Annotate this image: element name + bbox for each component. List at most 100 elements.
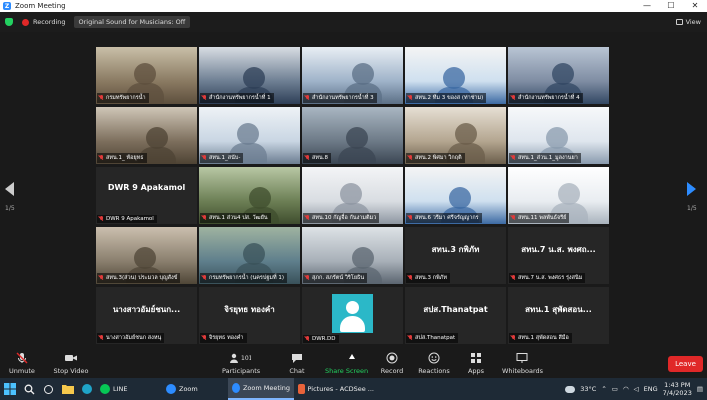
microphone-muted-icon [202, 215, 207, 221]
microphone-muted-icon [305, 275, 310, 281]
taskbar-app-line[interactable]: LINE [96, 378, 162, 400]
volume-icon[interactable]: ◁ [634, 385, 639, 393]
participant-tile[interactable]: สทน.1_สนับ- [199, 107, 300, 164]
language-indicator[interactable]: ENG [644, 385, 658, 393]
page-indicator-left: 1/5 [5, 205, 15, 212]
participant-name-tag: DWR.DD [303, 335, 339, 343]
network-icon[interactable]: ◠ [623, 385, 629, 393]
participant-tile[interactable]: สทน.3 กพิภัท สทน.3 กพิภัท [405, 227, 506, 284]
participant-tile[interactable]: กรมทรัพยากรน้ำ (นครปฐมที่ 1) [199, 227, 300, 284]
participant-tile[interactable]: กรมทรัพยากรน้ำ [96, 47, 197, 104]
participant-name-tag: นางสาวอัมย์ชนก สงหนุ [97, 333, 165, 343]
share-screen-button[interactable]: Share Screen [325, 352, 368, 375]
participant-name-tag: สทน.3 กพิภัท [406, 273, 450, 283]
participant-name-tag: กรมทรัพยากรน้ำ (นครปฐมที่ 1) [200, 273, 288, 283]
task-view-button[interactable] [39, 378, 58, 400]
participant-name: กรมทรัพยากรน้ำ (นครปฐมที่ 1) [209, 275, 285, 281]
taskbar-app-pictures[interactable]: Pictures - ACDSee ... [294, 378, 378, 400]
participant-tile[interactable]: สทน.7 น.ส. พงศถ... สทน.7 น.ส. พงศธร รุ่งส… [508, 227, 609, 284]
microphone-muted-icon [408, 275, 413, 281]
weather-icon[interactable] [565, 385, 576, 393]
next-page-button[interactable]: 1/5 [687, 182, 697, 212]
previous-page-button[interactable]: 1/5 [5, 182, 15, 212]
windows-logo-icon [4, 383, 16, 395]
participant-name-tag: กรมทรัพยากรน้ำ [97, 93, 149, 103]
participant-tile[interactable]: สทน.3(ส่วน) ประมวล บุญสังข์ [96, 227, 197, 284]
search-button[interactable] [20, 378, 39, 400]
shield-icon[interactable] [5, 18, 13, 26]
recording-dot-icon [22, 18, 29, 26]
participant-tile[interactable]: สำนักงานทรัพยากรน้ำที่ 4 [508, 47, 609, 104]
minimize-button[interactable]: — [635, 0, 659, 12]
participant-tile[interactable]: สำนักงานทรัพยากรน้ำที่ 1 [199, 47, 300, 104]
record-button[interactable]: Record [380, 352, 404, 375]
participant-tile[interactable]: สทน.10 กัญจื่อ กันงามติมว [302, 167, 403, 224]
original-sound-toggle[interactable]: Original Sound for Musicians: Off [73, 16, 191, 28]
reactions-button[interactable]: Reactions [418, 352, 450, 375]
participant-name: สทน.2 พิศมา วิกฤติ [415, 155, 462, 161]
participant-tile[interactable]: สปส.Thanatpat สปส.Thanatpat [405, 287, 506, 344]
participant-tile[interactable]: สทน.8 [302, 107, 403, 164]
microphone-muted-icon [99, 275, 104, 281]
participant-tile[interactable]: DWR 9 Apakamol DWR 9 Apakamol [96, 167, 197, 224]
microphone-muted-icon [99, 216, 104, 222]
file-explorer-button[interactable] [58, 378, 78, 400]
participants-button[interactable]: 101 Participants [222, 352, 260, 375]
participant-name-tag: สทน.2 ทีม 3 ของส (ท่าช่าม) [406, 93, 487, 103]
maximize-button[interactable]: ☐ [659, 0, 683, 12]
taskbar-app-label: Zoom [179, 385, 198, 393]
participant-name: สปส.Thanatpat [415, 335, 456, 341]
participant-display-name: นางสาวอัมย์ชนก... [112, 305, 181, 314]
participant-name: นางสาวอัมย์ชนก สงหนุ [106, 335, 162, 341]
unmute-label: Unmute [9, 367, 35, 375]
unmute-button[interactable]: Unmute [8, 352, 36, 375]
recording-label[interactable]: Recording [33, 18, 66, 26]
participant-name: สทน.1_ส่วน.1_มูลงานยา [518, 155, 578, 161]
title-bar: Z Zoom Meeting — ☐ ✕ [0, 0, 707, 12]
participant-name-tag: สทน.6 วรีมา ศรีจรัญญากร [406, 213, 482, 223]
chat-button[interactable]: Chat [287, 352, 307, 375]
chevron-up-icon[interactable]: ⌃ [601, 385, 606, 393]
participant-name: สทน.2 ทีม 3 ของส (ท่าช่าม) [415, 95, 484, 101]
participant-tile[interactable]: จิรยุทธ ทองคำ จิรยุทธ ทองคำ [199, 287, 300, 344]
whiteboards-button[interactable]: Whiteboards [502, 352, 543, 375]
participant-tile[interactable]: สำนักงานทรัพยากรน้ำที่ 3 [302, 47, 403, 104]
participant-tile[interactable]: สทน.2 ทีม 3 ของส (ท่าช่าม) [405, 47, 506, 104]
participant-tile[interactable]: สทน.1_ ท้อยุทธ [96, 107, 197, 164]
participant-tile[interactable]: สทน.1 สุพัดสอน... สทน.1 สุพัดสอน สีมือ [508, 287, 609, 344]
reactions-label: Reactions [418, 367, 450, 375]
taskbar-app-zoom[interactable]: Zoom [162, 378, 228, 400]
taskbar-app-zoom[interactable]: Zoom Meeting [228, 378, 294, 400]
apps-button[interactable]: Apps [466, 352, 486, 375]
clock[interactable]: 1:43 PM 7/4/2023 [663, 381, 692, 397]
participant-tile[interactable]: สทน.11 พลพันธ์จรีย์ [508, 167, 609, 224]
microphone-muted-icon [8, 352, 36, 364]
microphone-muted-icon [99, 155, 104, 161]
participant-tile[interactable]: นางสาวอัมย์ชนก... นางสาวอัมย์ชนก สงหนุ [96, 287, 197, 344]
task-view-icon [44, 384, 53, 394]
participant-tile[interactable]: DWR.DD [302, 287, 403, 344]
leave-button[interactable]: Leave [668, 356, 703, 372]
line-app-icon [100, 384, 110, 394]
battery-icon[interactable]: ▭ [612, 385, 618, 393]
start-button[interactable] [0, 378, 20, 400]
notifications-icon[interactable]: ▤ [697, 385, 703, 393]
participant-name-tag: DWR 9 Apakamol [97, 215, 157, 223]
participant-tile[interactable]: สทน.2 พิศมา วิกฤติ [405, 107, 506, 164]
close-button[interactable]: ✕ [683, 0, 707, 12]
edge-button[interactable] [78, 378, 96, 400]
participant-tile[interactable]: สทน.1 ส่วน4 ปส. วัฒยัน [199, 167, 300, 224]
temperature[interactable]: 33°C [580, 385, 596, 393]
taskbar-app-label: LINE [113, 385, 128, 393]
participant-tile[interactable]: สทน.1_ส่วน.1_มูลงานยา [508, 107, 609, 164]
microphone-muted-icon [305, 215, 310, 221]
microphone-muted-icon [408, 95, 413, 101]
participant-tile[interactable]: สทน.6 วรีมา ศรีจรัญญากร [405, 167, 506, 224]
participant-name-tag: สทน.7 น.ส. พงศธร รุ่งสนิม [509, 273, 586, 283]
view-button[interactable]: View [675, 18, 701, 26]
participant-name-tag: สำนักงานทรัพยากรน้ำที่ 1 [200, 93, 274, 103]
microphone-muted-icon [408, 215, 413, 221]
stop-video-button[interactable]: Stop Video [52, 352, 90, 375]
participant-tile[interactable]: สุภก. สภรัตน์ วิริโยธิน [302, 227, 403, 284]
microphone-muted-icon [202, 275, 207, 281]
